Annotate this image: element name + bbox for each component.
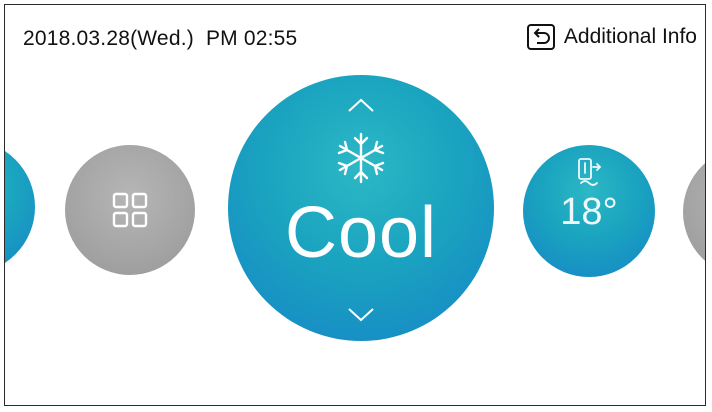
screen-frame: 2018.03.28(Wed.) PM 02:55 Additional Info xyxy=(4,4,706,406)
mode-label: Cool xyxy=(284,193,438,273)
time-label: PM 02:55 xyxy=(205,27,298,50)
return-arrow-icon xyxy=(526,23,556,51)
temperature-value: 18° xyxy=(560,191,618,233)
additional-info-label: Additional Info xyxy=(563,25,697,48)
previous-mode-button[interactable] xyxy=(5,140,35,274)
grid-icon xyxy=(110,190,150,235)
temperature-button[interactable]: 18° xyxy=(523,145,655,277)
status-bar: 2018.03.28(Wed.) PM 02:55 Additional Info xyxy=(5,5,705,67)
mode-carousel: Cool 18° xyxy=(5,67,705,405)
next-button[interactable] xyxy=(683,147,705,277)
additional-info-button[interactable]: Additional Info xyxy=(526,23,697,51)
menu-grid-button[interactable] xyxy=(65,145,195,275)
datetime: 2018.03.28(Wed.) PM 02:55 xyxy=(23,27,297,51)
mode-dial[interactable]: Cool xyxy=(228,75,494,341)
chevron-down-icon[interactable] xyxy=(346,307,376,328)
chevron-up-icon[interactable] xyxy=(346,97,376,118)
humidity-sensor-icon xyxy=(575,157,603,194)
snowflake-icon xyxy=(331,130,391,191)
date-label: 2018.03.28(Wed.) xyxy=(23,27,194,50)
